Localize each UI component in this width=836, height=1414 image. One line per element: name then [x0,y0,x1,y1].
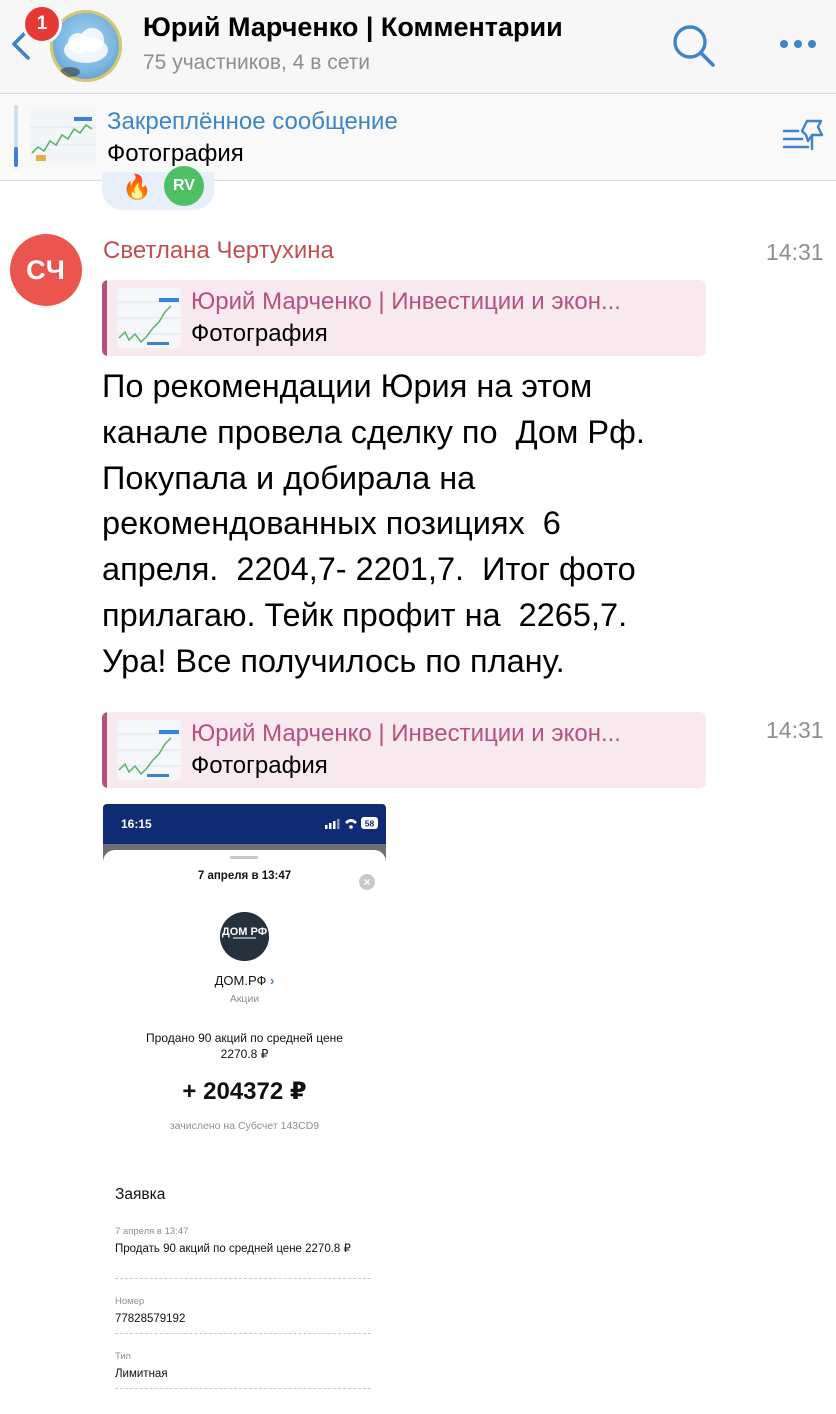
sheet-grabber [230,856,258,859]
pin-indicator-active [14,147,18,167]
message-text: По рекомендации Юрия на этом канале пров… [102,364,742,685]
order-row-value: Продать 90 акций по средней цене 2270.8 … [115,1243,351,1255]
reactions-bar[interactable]: 🔥 RV [102,166,214,210]
order-row-label: 7 апреля в 13:47 [115,1226,189,1237]
operation-account: зачислено на Субсчет 143CD9 [169,1120,320,1132]
chat-header: 1 Юрий Марченко | Комментарии 75 участни… [0,0,836,94]
message-time: 14:31 [766,239,824,265]
order-row-value: 77828579192 [115,1313,186,1325]
attached-photo[interactable]: 16:15 58 7 апреля в 13:47 × ДОМ РФ ДОМ.Р… [103,804,386,1414]
row-divider [115,1333,371,1334]
more-button[interactable] [774,26,822,66]
sender-avatar[interactable]: СЧ [10,234,82,306]
photo-status-bar: 16:15 58 [103,804,386,844]
chevron-right-icon: › [270,973,275,988]
message-line: рекомендованных позициях 6 [102,505,561,542]
row-divider [115,1278,371,1279]
chat-subtitle: 75 участников, 4 в сети [143,51,371,74]
fire-reaction-icon[interactable]: 🔥 [122,174,152,202]
logo-text: ДОМ РФ [222,926,267,938]
operation-date: 7 апреля в 13:47 [197,870,292,882]
forward-source-text: Фотография [191,752,328,779]
reaction-avatar: RV [164,166,204,206]
signal-wifi-battery-icon: 58 [325,817,378,829]
chart-thumbnail [117,288,181,348]
chart-thumbnail [117,720,181,780]
forward-source-text: Фотография [191,320,328,347]
close-icon: × [359,874,375,890]
pinned-list-button[interactable] [780,117,826,157]
forward-source-title: Юрий Марченко | Инвестиции и экон... [191,288,621,315]
sender-name[interactable]: Светлана Чертухина [103,237,334,265]
company-logo: ДОМ РФ [220,912,269,961]
forward-source-title: Юрий Марченко | Инвестиции и экон... [191,720,621,747]
message-line: апреля. 2204,7- 2201,7. Итог фото [102,551,636,588]
row-divider [115,1388,371,1389]
reply-accent-bar [102,280,107,356]
chat-title[interactable]: Юрий Марченко | Комментарии [143,12,563,43]
security-kind: Акции [229,993,260,1005]
forwarded-reply-preview[interactable]: Юрий Марченко | Инвестиции и экон... Фот… [102,712,706,788]
message-line: прилагаю. Тейк профит на 2265,7. [102,596,628,633]
message-line: Ура! Все получилось по плану. [102,642,565,679]
reply-accent-bar [102,712,107,788]
message-line: Покупала и добирала на [102,459,476,496]
company-name: ДОМ.РФ › [103,973,386,988]
message-time: 14:31 [766,717,824,743]
pinned-list-icon [782,119,824,151]
pinned-message-bar[interactable]: Закреплённое сообщение Фотография [0,95,836,181]
order-row-label: Тип [115,1351,131,1362]
operation-description: Продано 90 акций по средней цене 2270.8 … [146,1031,343,1061]
order-row-label: Номер [115,1296,145,1307]
search-button[interactable] [668,20,718,70]
message-line: По рекомендации Юрия на этом [102,368,593,404]
battery-level: 58 [365,819,375,829]
order-row-value: Лимитная [115,1368,168,1380]
forwarded-reply-preview[interactable]: Юрий Марченко | Инвестиции и экон... Фот… [102,280,706,356]
company-label: ДОМ.РФ [214,973,267,988]
more-icon [780,40,816,48]
unread-badge: 1 [22,4,62,44]
pinned-text: Фотография [107,140,244,167]
search-icon [673,25,715,67]
photo-status-time: 16:15 [121,817,152,831]
chart-thumbnail [30,107,96,165]
pinned-label: Закреплённое сообщение [107,108,398,135]
message-line: канале провела сделку по Дом Рф. [102,413,645,450]
order-section-title: Заявка [115,1186,166,1203]
operation-amount: + 204372 ₽ [182,1078,307,1105]
